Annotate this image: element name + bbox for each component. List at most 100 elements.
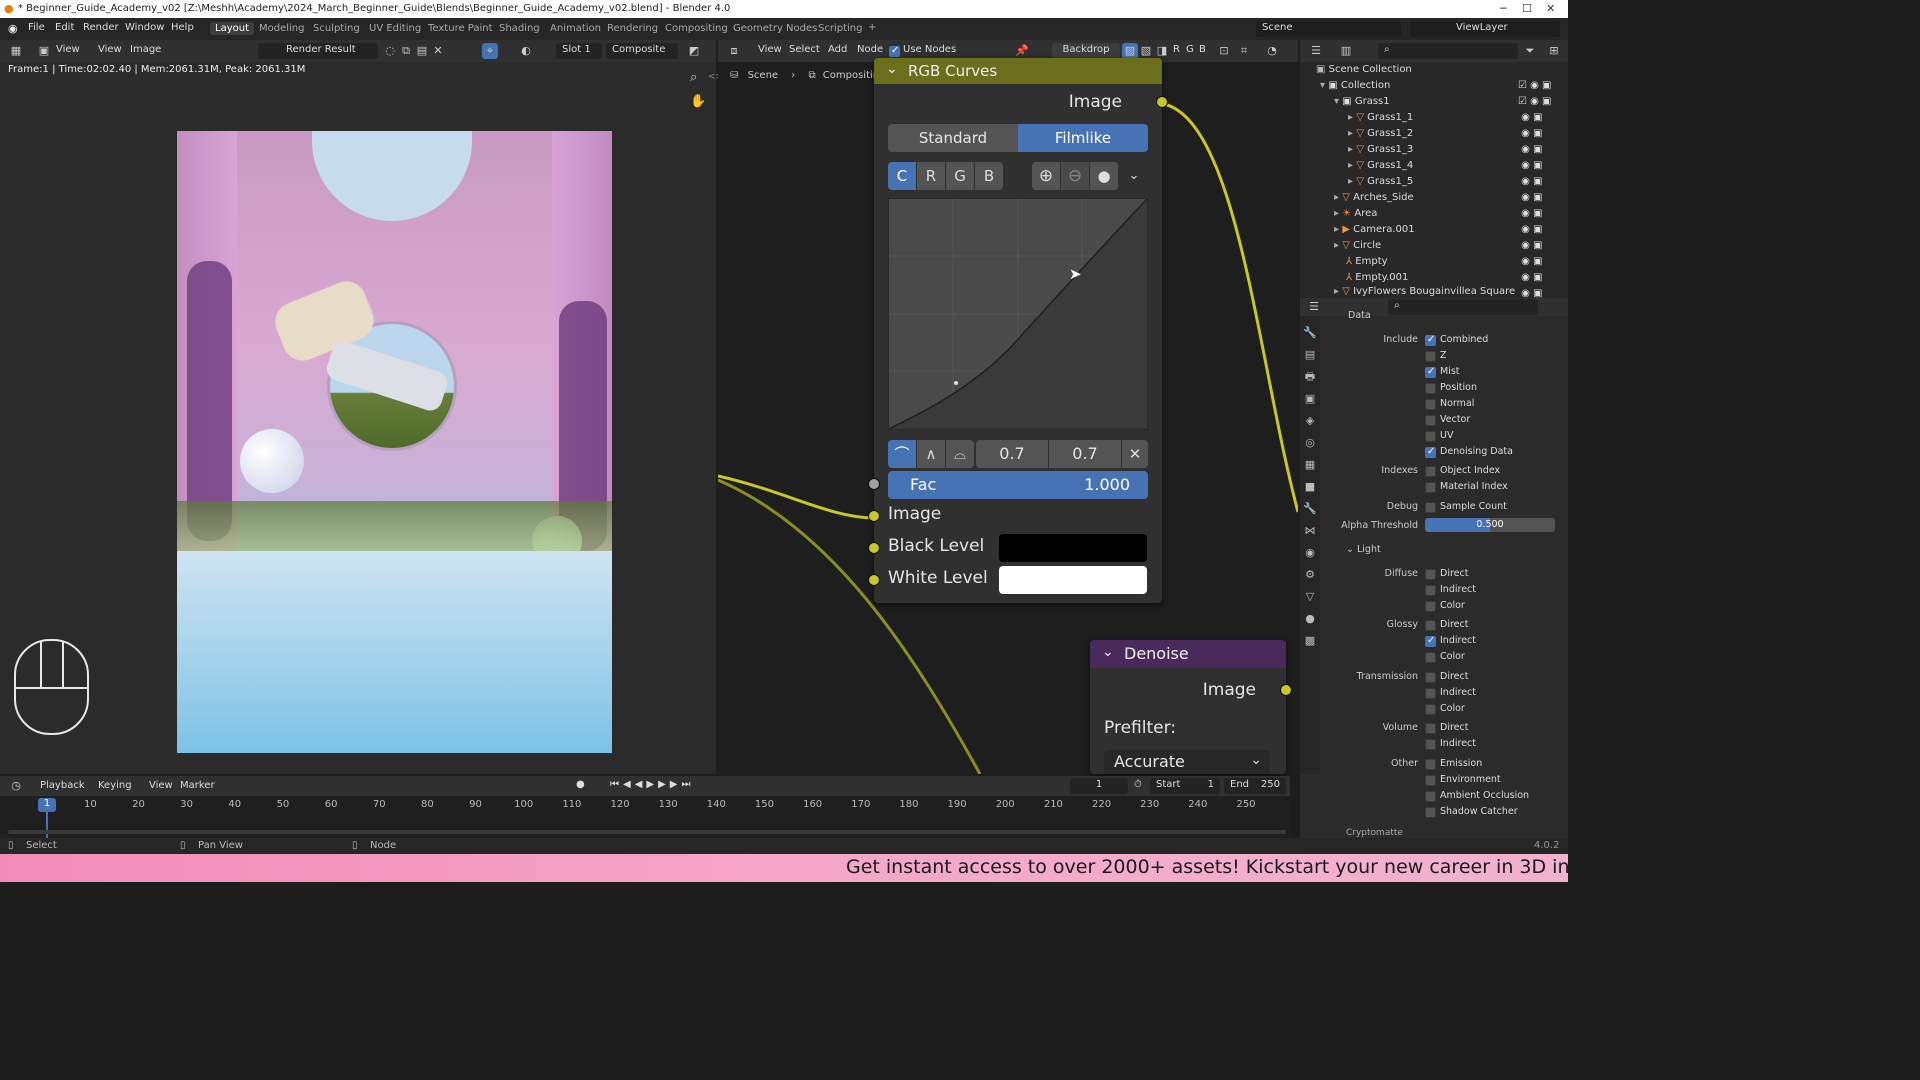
- uv-checkbox[interactable]: [1425, 431, 1436, 442]
- tab-uv-editing[interactable]: UV Editing: [364, 22, 426, 35]
- environment-checkbox[interactable]: [1425, 775, 1436, 786]
- playhead[interactable]: 1: [38, 798, 56, 812]
- display-channels-icon[interactable]: ◩: [686, 43, 702, 59]
- outliner-row-collection[interactable]: ▾ ▣ Collection: [1320, 78, 1390, 94]
- denoise-collapse-icon[interactable]: ⌄: [1102, 644, 1114, 660]
- channel-b[interactable]: B: [1199, 44, 1206, 55]
- menu-node-add[interactable]: Add: [828, 44, 847, 55]
- outliner-row-scene-collection[interactable]: ▣ Scene Collection: [1316, 62, 1412, 78]
- point-x-field[interactable]: 0.7: [976, 440, 1048, 468]
- viewlayer-selector[interactable]: ViewLayer: [1410, 21, 1560, 37]
- auto-clamped-handle-icon[interactable]: ⌓: [946, 440, 974, 468]
- properties-search[interactable]: ⌕: [1388, 299, 1538, 315]
- denoising-data-checkbox[interactable]: [1425, 446, 1436, 458]
- white-level-swatch[interactable]: [999, 566, 1147, 594]
- white-level-socket[interactable]: [868, 574, 880, 586]
- object-index-checkbox[interactable]: [1425, 466, 1436, 477]
- backdrop-rgb-icon[interactable]: ▧: [1138, 43, 1154, 59]
- visibility-column[interactable]: ☑ ◉ ▣ ☑ ◉ ▣ ◉ ▣ ◉ ▣ ◉ ▣ ◉ ▣ ◉ ▣ ◉ ▣ ◉ ▣ …: [1518, 78, 1562, 299]
- emission-checkbox[interactable]: [1425, 759, 1436, 770]
- breadcrumb-scene[interactable]: Scene: [748, 70, 779, 81]
- combined-checkbox[interactable]: [1425, 334, 1436, 346]
- use-nodes-checkbox[interactable]: [889, 45, 900, 57]
- shadow-catcher-checkbox[interactable]: [1425, 807, 1436, 818]
- channel-g[interactable]: G: [1186, 44, 1194, 55]
- outliner-row-camera[interactable]: ▸ ▶ Camera.001: [1334, 222, 1415, 238]
- light-section-header[interactable]: ⌄ Light: [1346, 544, 1381, 555]
- playback-controls-icon[interactable]: ⏮◀◀▶▶▶⏭: [610, 779, 694, 790]
- curves-output-socket[interactable]: [1156, 96, 1168, 108]
- tab-geometry-nodes[interactable]: Geometry Nodes: [728, 22, 822, 35]
- outliner-row-grass1[interactable]: ▾ ▣ Grass1: [1334, 94, 1390, 110]
- timeline[interactable]: ◷ Playback Keying View Marker ● ⏮◀◀▶▶▶⏭ …: [0, 776, 1290, 838]
- menu-node-node[interactable]: Node: [857, 44, 883, 55]
- open-image-icon[interactable]: ▤: [414, 43, 430, 59]
- rgb-curves-header[interactable]: ⌄ RGB Curves: [874, 58, 1162, 84]
- timeline-scrollbar[interactable]: [8, 830, 1286, 834]
- vector-checkbox[interactable]: [1425, 415, 1436, 426]
- filter-icon[interactable]: ⏷: [1522, 43, 1538, 59]
- tab-modeling[interactable]: Modeling: [254, 22, 310, 35]
- close-icon[interactable]: ✕: [1546, 2, 1555, 15]
- hand-pan-icon[interactable]: ✋: [690, 94, 706, 109]
- snap-icon[interactable]: ⊡: [1216, 43, 1232, 59]
- overlay-icon[interactable]: ◐: [518, 43, 534, 59]
- transmission-indirect-checkbox[interactable]: [1425, 688, 1436, 699]
- properties-editor[interactable]: ☰ ⌕ 🔧▤🖶▣◈◎▦■🔧⋈◉⚙▽●▩ Data Include Combine…: [1300, 298, 1568, 774]
- current-frame-field[interactable]: 1: [1070, 778, 1128, 794]
- tab-rendering[interactable]: Rendering: [602, 22, 663, 35]
- backdrop-toggle[interactable]: Backdrop: [1052, 43, 1120, 59]
- outliner-row-ivyflowers[interactable]: ▸ ▽ IvyFlowers Bougainvillea Square: [1334, 286, 1515, 298]
- glossy-direct-checkbox[interactable]: [1425, 620, 1436, 631]
- tab-compositing[interactable]: Compositing: [660, 22, 733, 35]
- layer-selector[interactable]: Composite: [606, 43, 678, 59]
- image-input-socket[interactable]: [868, 510, 880, 522]
- vector-handle-icon[interactable]: ∧: [917, 440, 945, 468]
- menu-image[interactable]: Image: [130, 44, 161, 55]
- outliner-row-grass1-1[interactable]: ▸ ▽ Grass1_1: [1348, 110, 1413, 126]
- black-level-swatch[interactable]: [999, 534, 1147, 562]
- blender-menu-icon[interactable]: ◉: [8, 22, 18, 35]
- node-editor[interactable]: ⛁ Scene › ⧉ Compositing Nodetree ⌄ RGB C…: [718, 58, 1298, 774]
- channel-g-button[interactable]: G: [946, 162, 974, 190]
- mode-filmlike-button[interactable]: Filmlike: [1018, 124, 1148, 152]
- pin-icon[interactable]: 📌: [1014, 43, 1030, 59]
- clipping-icon[interactable]: ●: [1090, 162, 1118, 190]
- cryptomatte-section-header[interactable]: Cryptomatte: [1346, 828, 1403, 838]
- end-frame-field[interactable]: End 250: [1224, 778, 1286, 794]
- record-icon[interactable]: ●: [576, 779, 585, 790]
- menu-timeline-view[interactable]: View: [149, 780, 173, 791]
- fac-socket[interactable]: [868, 478, 880, 490]
- curve-options-chevron-icon[interactable]: ⌄: [1122, 162, 1146, 190]
- clock-icon[interactable]: ⏱: [1134, 779, 1142, 790]
- node-editor-type-icon[interactable]: ⧈: [726, 43, 742, 59]
- denoise-node[interactable]: ⌄ Denoise Image Prefilter: Accurate ⌄: [1090, 640, 1292, 774]
- menu-edit[interactable]: Edit: [55, 22, 74, 33]
- mist-checkbox[interactable]: [1425, 366, 1436, 378]
- image-editor[interactable]: Frame:1 | Time:02:02.40 | Mem:2061.31M, …: [0, 62, 723, 774]
- timeline-scrubber[interactable]: 10 20 30 40 50 60 70 80 90 100 110 120 130 140 150 160 1…: [0, 796, 1290, 838]
- channel-r[interactable]: R: [1173, 44, 1180, 55]
- prefilter-dropdown[interactable]: Accurate ⌄: [1104, 750, 1270, 774]
- outliner-row-circle[interactable]: ▸ ▽ Circle: [1334, 238, 1381, 254]
- fake-user-icon[interactable]: ◌: [382, 43, 398, 59]
- tab-scripting[interactable]: Scripting: [813, 22, 867, 35]
- outliner-row-arches-side[interactable]: ▸ ▽ Arches_Side: [1334, 190, 1414, 206]
- sample-tool-icon[interactable]: ⌖: [482, 43, 498, 59]
- channel-c-button[interactable]: C: [888, 162, 916, 190]
- outliner-row-grass1-4[interactable]: ▸ ▽ Grass1_4: [1348, 158, 1413, 174]
- diffuse-direct-checkbox[interactable]: [1425, 569, 1436, 580]
- zoom-out-icon[interactable]: ⊖: [1061, 162, 1089, 190]
- tab-shading[interactable]: Shading: [494, 22, 545, 35]
- z-checkbox[interactable]: [1425, 351, 1436, 362]
- outliner-row-grass1-2[interactable]: ▸ ▽ Grass1_2: [1348, 126, 1413, 142]
- backdrop-alpha-icon[interactable]: ◨: [1154, 43, 1170, 59]
- glossy-indirect-checkbox[interactable]: [1425, 635, 1436, 647]
- tab-sculpting[interactable]: Sculpting: [308, 22, 365, 35]
- outliner[interactable]: ▣ Scene Collection ▾ ▣ Collection ▾ ▣ Gr…: [1300, 62, 1568, 299]
- delete-point-icon[interactable]: ✕: [1122, 440, 1148, 468]
- diffuse-color-checkbox[interactable]: [1425, 601, 1436, 612]
- channel-r-button[interactable]: R: [917, 162, 945, 190]
- outliner-row-empty[interactable]: ⅄ Empty: [1346, 254, 1388, 270]
- view-mode-icon[interactable]: ▣: [36, 43, 52, 59]
